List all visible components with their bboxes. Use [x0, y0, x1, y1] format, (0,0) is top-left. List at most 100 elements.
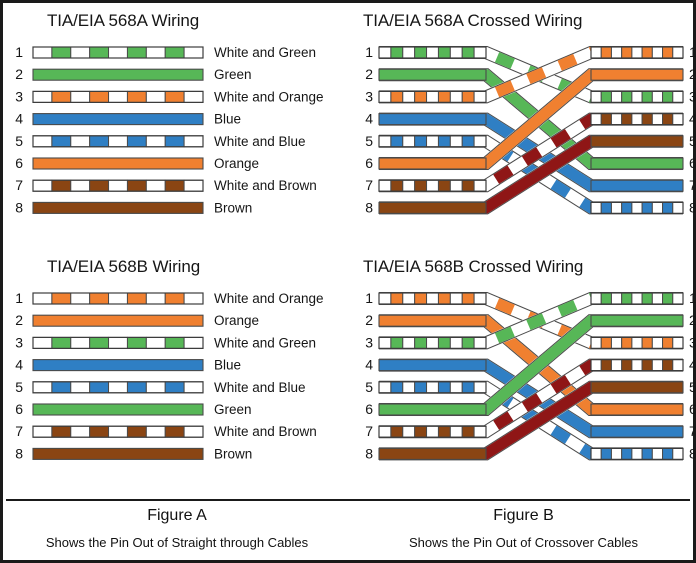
wire-bar-6 — [32, 157, 204, 170]
left-wire-bar-2 — [378, 68, 487, 81]
pin-number-left-2: 2 — [365, 312, 373, 328]
left-wire-bar-7 — [378, 425, 487, 438]
left-wire-bar-8 — [378, 447, 487, 460]
wire-bar-5 — [32, 135, 204, 148]
right-wire-bar-5 — [590, 135, 684, 148]
wire-label-2: Orange — [214, 313, 259, 328]
wire-label-7: White and Brown — [214, 178, 317, 193]
568a-crossed-wiring: 1 2 3 4 5 6 7 8 1 2 3 4 5 6 7 8 — [365, 44, 696, 215]
wiring-diagram-figure: TIA/EIA 568A Wiring 1 White and Green 2 Gre… — [0, 0, 696, 563]
pin-number-left-7: 7 — [365, 177, 373, 193]
pin-number-right-8: 8 — [689, 445, 696, 461]
left-wire-bar-4 — [378, 359, 487, 372]
wire-label-4: Blue — [214, 358, 241, 373]
pin-number-left: 5 — [15, 379, 23, 395]
figure-b-subcaption: Shows the Pin Out of Crossover Cables — [408, 535, 639, 550]
wire-label-7: White and Brown — [214, 424, 317, 439]
pin-number-left: 8 — [15, 445, 23, 461]
wire-bar-8 — [32, 447, 204, 460]
pin-number-left-4: 4 — [365, 111, 373, 127]
right-wire-bar-7 — [590, 425, 684, 438]
pin-number-right-4: 4 — [689, 111, 696, 127]
wire-label-6: Orange — [214, 156, 259, 171]
right-wire-bar-6 — [590, 157, 684, 170]
pin-number-left: 1 — [15, 290, 23, 306]
caption-divider — [6, 499, 690, 501]
left-wire-bar-3 — [378, 90, 487, 104]
pin-number-left-7: 7 — [365, 423, 373, 439]
left-wire-bar-1 — [378, 46, 487, 59]
wire-bar-1 — [32, 292, 204, 305]
wire-bar-5 — [32, 381, 204, 394]
pin-number-right-5: 5 — [689, 379, 696, 395]
pin-number-left: 8 — [15, 199, 23, 215]
pin-number-left: 5 — [15, 133, 23, 149]
right-wire-bar-1 — [590, 46, 684, 59]
right-wire-bar-2 — [590, 314, 684, 327]
pin-number-left: 6 — [15, 155, 23, 171]
wire-label-1: White and Orange — [214, 291, 324, 306]
pin-number-left: 2 — [15, 66, 23, 82]
pin-number-left-1: 1 — [365, 290, 373, 306]
pin-number-right-5: 5 — [689, 133, 696, 149]
panel-568a-wiring: TIA/EIA 568A Wiring 1 White and Green 2 Gre… — [3, 3, 351, 253]
wire-bar-3 — [32, 336, 204, 350]
panel-568b-crossed-title: TIA/EIA 568B Crossed Wiring — [363, 257, 584, 276]
left-wire-bar-8 — [378, 201, 487, 214]
right-wire-bar-3 — [590, 90, 684, 104]
pin-number-right-2: 2 — [689, 66, 696, 82]
wire-bar-2 — [32, 314, 204, 327]
panel-568a-crossed-title: TIA/EIA 568A Crossed Wiring — [363, 11, 583, 30]
pin-number-left-2: 2 — [365, 66, 373, 82]
right-wire-bar-7 — [590, 179, 684, 192]
pin-number-right-6: 6 — [689, 155, 696, 171]
pin-number-left: 1 — [15, 44, 23, 60]
pin-number-left-1: 1 — [365, 44, 373, 60]
left-wire-bar-2 — [378, 314, 487, 327]
wire-bar-7 — [32, 179, 204, 192]
right-wire-bar-4 — [590, 358, 684, 372]
wire-label-3: White and Green — [214, 335, 316, 350]
pin-number-left: 7 — [15, 177, 23, 193]
pin-number-left: 4 — [15, 111, 23, 127]
left-wire-bar-3 — [378, 336, 487, 350]
figure-a-subcaption: Shows the Pin Out of Straight through Ca… — [45, 535, 309, 550]
pin-number-left-8: 8 — [365, 445, 373, 461]
wire-label-1: White and Green — [214, 45, 316, 60]
pin-number-left: 7 — [15, 423, 23, 439]
panel-568b-crossed: TIA/EIA 568B Crossed Wiring 1 2 3 4 5 6 7 8 1 2 3 4… — [351, 253, 696, 498]
wire-bar-2 — [32, 68, 204, 81]
wire-label-4: Blue — [214, 112, 241, 127]
right-wire-bar-3 — [590, 336, 684, 350]
right-wire-bar-6 — [590, 403, 684, 416]
wire-label-8: Brown — [214, 446, 252, 461]
wire-label-8: Brown — [214, 200, 252, 215]
pin-number-right-1: 1 — [689, 44, 696, 60]
pin-number-left: 3 — [15, 88, 23, 104]
pin-number-right-8: 8 — [689, 199, 696, 215]
wire-label-5: White and Blue — [214, 134, 306, 149]
pin-number-left: 6 — [15, 401, 23, 417]
wire-label-2: Green — [214, 67, 252, 82]
right-wire-bar-4 — [590, 112, 684, 126]
pin-number-right-1: 1 — [689, 290, 696, 306]
pin-number-left: 3 — [15, 334, 23, 350]
pin-number-left-3: 3 — [365, 88, 373, 104]
left-wire-bar-4 — [378, 113, 487, 126]
pin-number-right-3: 3 — [689, 88, 696, 104]
pin-number-left-6: 6 — [365, 155, 373, 171]
right-wire-bar-5 — [590, 381, 684, 394]
panel-568a-title: TIA/EIA 568A Wiring — [47, 11, 200, 30]
right-wire-bar-2 — [590, 68, 684, 81]
568b-wire-list: 1 White and Orange 2 Orange 3 White and Green… — [15, 290, 324, 461]
pin-number-left-5: 5 — [365, 133, 373, 149]
figure-a-caption: Figure A — [147, 507, 207, 524]
pin-number-left-5: 5 — [365, 379, 373, 395]
wire-bar-4 — [32, 359, 204, 372]
left-wire-bar-5 — [378, 135, 487, 148]
right-wire-bar-8 — [590, 201, 684, 214]
panel-568b-wiring: TIA/EIA 568B Wiring 1 White and Orange 2 Or… — [3, 253, 351, 498]
wire-bar-3 — [32, 90, 204, 104]
left-wire-bar-1 — [378, 292, 487, 305]
left-wire-bar-7 — [378, 179, 487, 192]
